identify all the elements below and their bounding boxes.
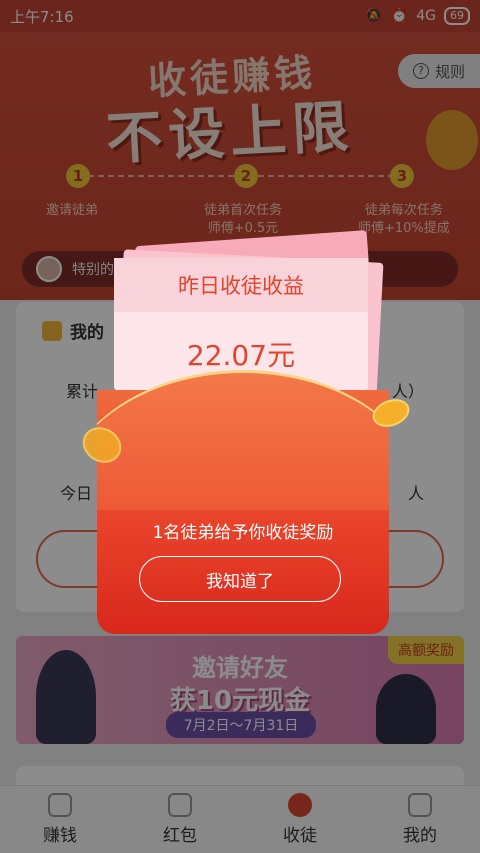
modal-title: 昨日收徒收益 — [114, 258, 368, 312]
earnings-amount: 22.07元 — [186, 339, 296, 372]
modal-message: 1名徒弟给予你收徒奖励 — [152, 523, 334, 543]
confirm-button[interactable]: 我知道了 — [139, 556, 341, 602]
